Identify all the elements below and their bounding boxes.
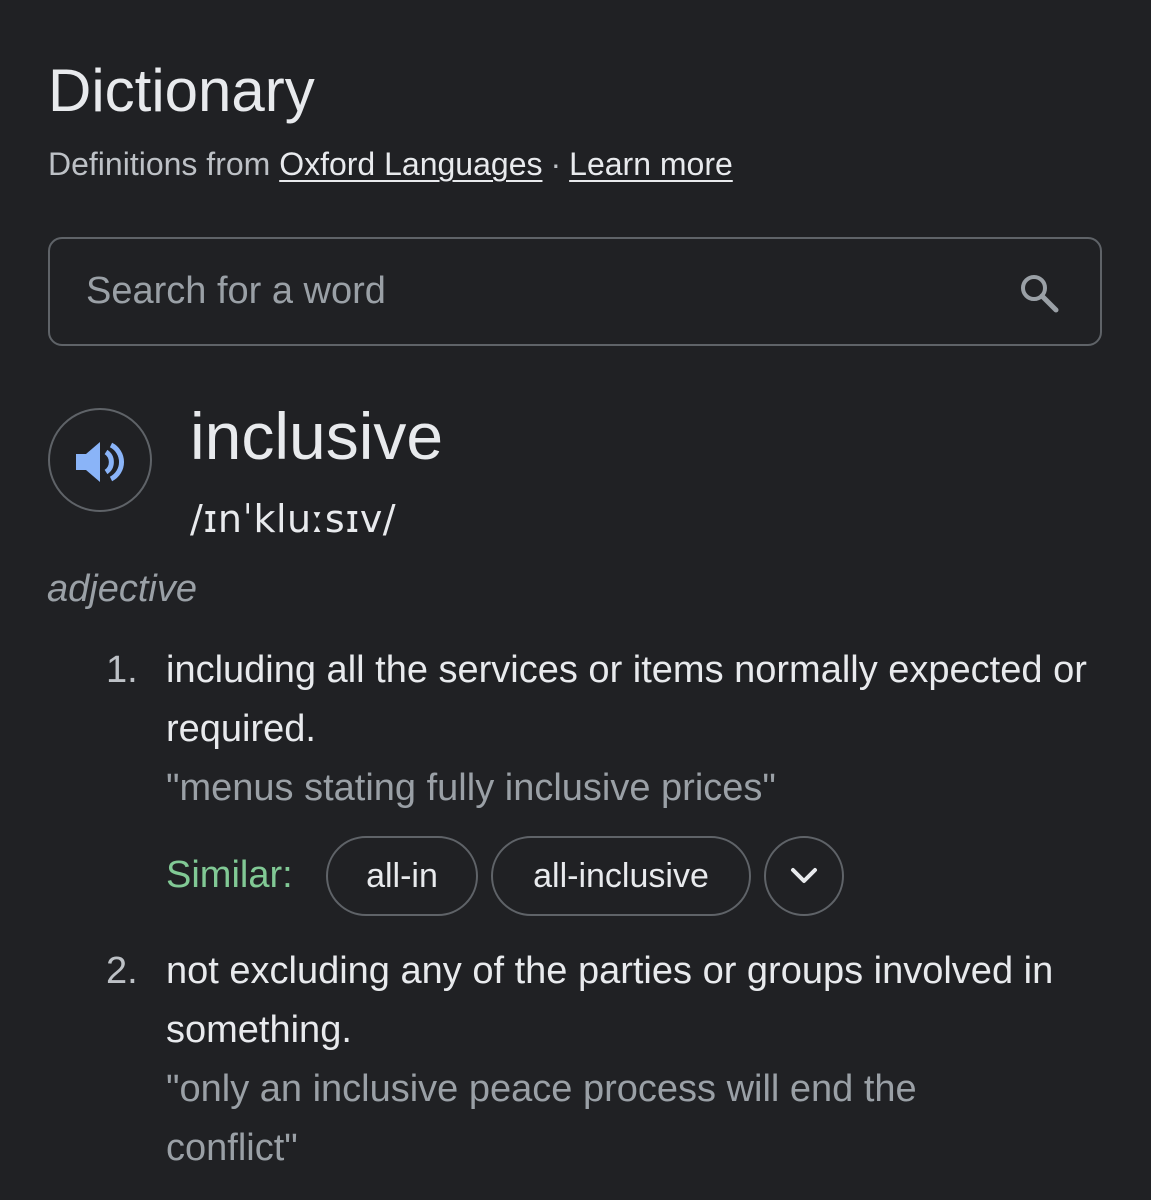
speaker-icon	[76, 442, 125, 482]
headword: inclusive	[190, 399, 444, 473]
part-of-speech: adjective	[47, 568, 197, 610]
dictionary-card: Dictionary Definitions from Oxford Langu…	[0, 0, 1151, 1200]
separator: ·	[550, 146, 562, 182]
similar-chip-all-inclusive[interactable]: all-inclusive	[491, 836, 751, 916]
similar-label: Similar:	[166, 854, 293, 896]
similar-chip-all-in[interactable]: all-in	[326, 836, 478, 916]
expand-similar-button[interactable]	[764, 836, 844, 916]
search-box[interactable]	[48, 237, 1102, 346]
page-title: Dictionary	[48, 57, 315, 124]
source-prefix: Definitions from	[48, 146, 271, 182]
sense-example: "only an inclusive peace process will en…	[166, 1068, 917, 1169]
pronunciation-audio-button[interactable]	[48, 408, 152, 512]
sense-definition: including all the services or items norm…	[166, 649, 1087, 750]
chevron-down-icon	[791, 868, 817, 883]
source-line: Definitions from Oxford Languages · Learn …	[48, 144, 733, 184]
search-input[interactable]	[86, 239, 986, 344]
sense-number: 1.	[106, 649, 138, 691]
learn-more-link[interactable]: Learn more	[569, 146, 733, 182]
sense-definition: not excluding any of the parties or grou…	[166, 950, 1054, 1051]
sense-example: "menus stating fully inclusive prices"	[166, 767, 776, 809]
sense-number: 2.	[106, 950, 138, 992]
oxford-languages-link[interactable]: Oxford Languages	[279, 146, 542, 182]
phonetic-spelling: /ɪnˈkluːsɪv/	[190, 497, 397, 541]
search-icon[interactable]	[1018, 272, 1060, 314]
